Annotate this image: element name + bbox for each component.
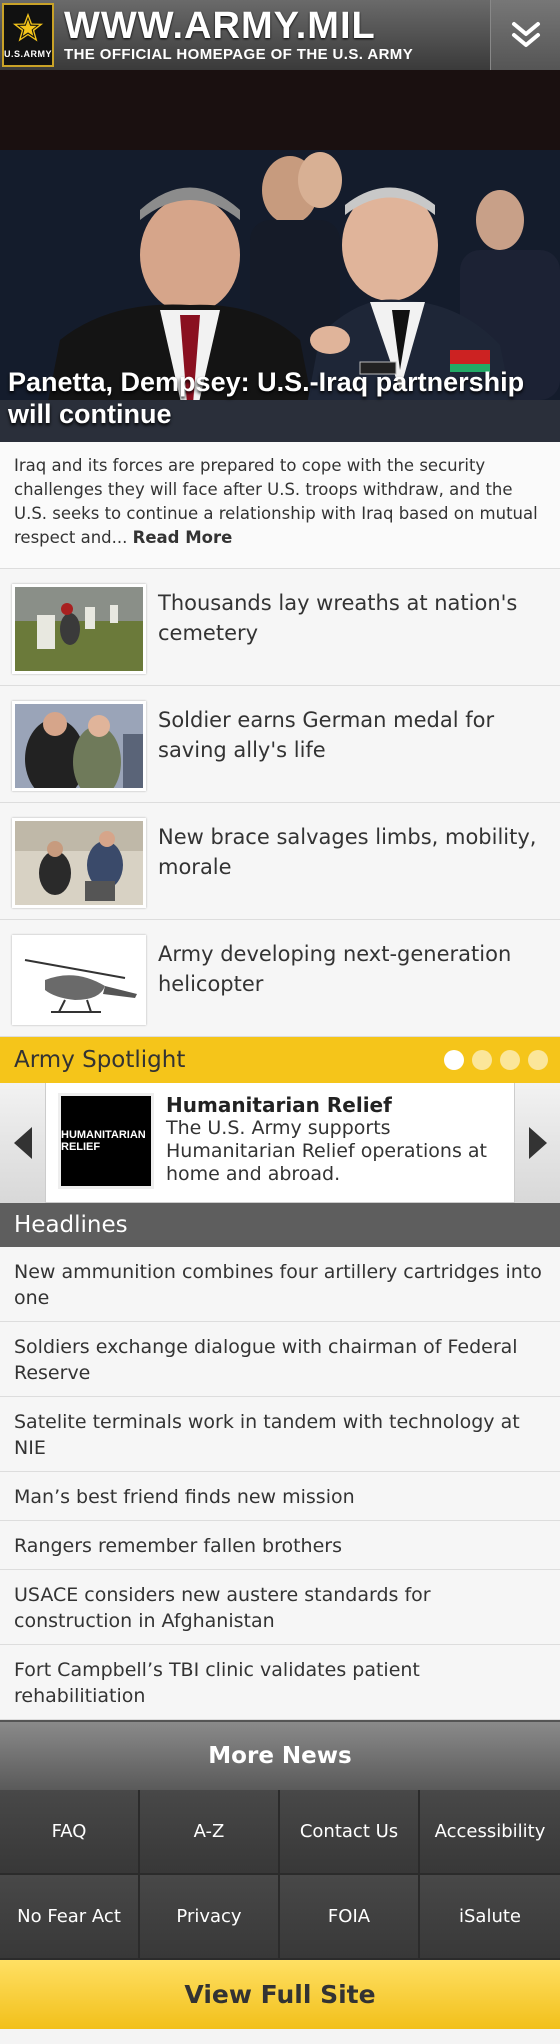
site-header: U.S.ARMY WWW.ARMY.MIL THE OFFICIAL HOMEP… — [0, 0, 560, 70]
spotlight-description: The U.S. Army supports Humanitarian Reli… — [166, 1117, 487, 1185]
hero-caption[interactable]: Panetta, Dempsey: U.S.-Iraq partnership … — [8, 366, 552, 430]
footer-link-foia[interactable]: FOIA — [280, 1875, 420, 1960]
headline-item[interactable]: Rangers remember fallen brothers — [0, 1521, 560, 1570]
read-more-link[interactable]: Read More — [133, 528, 233, 547]
story-thumbnail — [12, 935, 146, 1025]
spotlight-label: Army Spotlight — [14, 1047, 186, 1073]
spotlight-next-button[interactable] — [514, 1083, 560, 1203]
spotlight-image: HUMANITARIAN RELIEF — [58, 1093, 154, 1189]
star-icon — [9, 9, 47, 45]
menu-button[interactable] — [490, 0, 560, 70]
story-title[interactable]: Soldier earns German medal for saving al… — [158, 701, 548, 765]
headline-item[interactable]: Fort Campbell’s TBI clinic validates pat… — [0, 1645, 560, 1720]
headline-item[interactable]: Satelite terminals work in tandem with t… — [0, 1397, 560, 1472]
triangle-left-icon — [13, 1127, 32, 1159]
story-item[interactable]: Thousands lay wreaths at nation's cemete… — [0, 569, 560, 686]
spotlight-bar: Army Spotlight — [0, 1037, 560, 1083]
story-title[interactable]: Army developing next-generation helicopt… — [158, 935, 548, 999]
triangle-right-icon — [528, 1127, 547, 1159]
spotlight-pager — [444, 1050, 548, 1070]
double-chevron-down-icon — [511, 22, 540, 47]
spotlight-image-text: HUMANITARIAN RELIEF — [61, 1129, 146, 1153]
site-name: WWW.ARMY.MIL — [64, 5, 376, 47]
headline-item[interactable]: New ammunition combines four artillery c… — [0, 1247, 560, 1322]
story-item[interactable]: New brace salvages limbs, mobility, mora… — [0, 803, 560, 920]
story-thumbnail — [12, 818, 146, 908]
footer-link-privacy[interactable]: Privacy — [140, 1875, 280, 1960]
spotlight-text: Humanitarian Relief The U.S. Army suppor… — [166, 1093, 502, 1186]
story-item[interactable]: Army developing next-generation helicopt… — [0, 920, 560, 1037]
footer-link-faq[interactable]: FAQ — [0, 1790, 140, 1875]
spotlight-item[interactable]: HUMANITARIAN RELIEF Humanitarian Relief … — [46, 1083, 514, 1202]
footer-link-no-fear-act[interactable]: No Fear Act — [0, 1875, 140, 1960]
footer-link-a-z[interactable]: A-Z — [140, 1790, 280, 1875]
hero-summary: Iraq and its forces are prepared to cope… — [0, 442, 560, 569]
view-full-site-button[interactable]: View Full Site — [0, 1960, 560, 2029]
army-logo[interactable]: U.S.ARMY — [2, 3, 54, 67]
footer-link-isalute[interactable]: iSalute — [420, 1875, 560, 1960]
spotlight-carousel: HUMANITARIAN RELIEF Humanitarian Relief … — [0, 1083, 560, 1203]
spotlight-prev-button[interactable] — [0, 1083, 46, 1203]
more-news-button[interactable]: More News — [0, 1720, 560, 1790]
site-tagline: THE OFFICIAL HOMEPAGE OF THE U.S. ARMY — [64, 46, 414, 63]
headlines-header: Headlines — [0, 1203, 560, 1247]
pager-dot-2[interactable] — [472, 1050, 492, 1070]
logo-text: U.S.ARMY — [4, 49, 53, 59]
story-item[interactable]: Soldier earns German medal for saving al… — [0, 686, 560, 803]
footer-link-accessibility[interactable]: Accessibility — [420, 1790, 560, 1875]
spotlight-title[interactable]: Humanitarian Relief — [166, 1093, 502, 1117]
hero-image[interactable]: Panetta, Dempsey: U.S.-Iraq partnership … — [0, 70, 560, 442]
story-title[interactable]: New brace salvages limbs, mobility, mora… — [158, 818, 548, 882]
pager-dot-3[interactable] — [500, 1050, 520, 1070]
site-title: WWW.ARMY.MIL THE OFFICIAL HOMEPAGE OF TH… — [64, 6, 413, 64]
story-thumbnail — [12, 584, 146, 674]
footer-link-contact-us[interactable]: Contact Us — [280, 1790, 420, 1875]
headline-item[interactable]: USACE considers new austere standards fo… — [0, 1570, 560, 1645]
headline-item[interactable]: Man’s best friend finds new mission — [0, 1472, 560, 1521]
headline-item[interactable]: Soldiers exchange dialogue with chairman… — [0, 1322, 560, 1397]
story-thumbnail — [12, 701, 146, 791]
pager-dot-4[interactable] — [528, 1050, 548, 1070]
pager-dot-1[interactable] — [444, 1050, 464, 1070]
hero-summary-text: Iraq and its forces are prepared to cope… — [14, 456, 538, 547]
story-title[interactable]: Thousands lay wreaths at nation's cemete… — [158, 584, 548, 648]
footer-links: FAQ A-Z Contact Us Accessibility No Fear… — [0, 1790, 560, 1960]
